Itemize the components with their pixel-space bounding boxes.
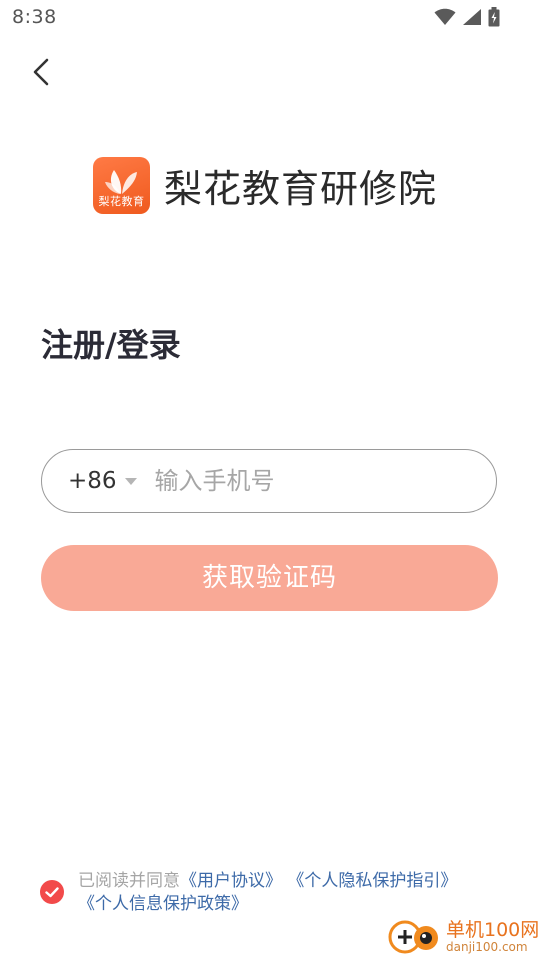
app-name: 梨花教育研修院 <box>164 166 438 211</box>
app-logo: 梨花教育 <box>93 156 150 214</box>
watermark: 单机100网 danji100.com <box>388 914 540 960</box>
phone-input[interactable] <box>152 466 477 496</box>
agreement-text: 已阅读并同意《用户协议》 《个人隐私保护指引》《个人信息保护政策》 <box>78 870 498 916</box>
back-button[interactable] <box>26 52 62 92</box>
caret-down-icon <box>124 477 137 485</box>
country-code-value: +86 <box>68 468 117 494</box>
get-code-button[interactable]: 获取验证码 <box>41 545 498 611</box>
watermark-url: danji100.com <box>446 940 528 954</box>
agreement-prefix: 已阅读并同意 <box>78 871 180 891</box>
chevron-left-icon <box>33 58 49 86</box>
wifi-icon <box>434 8 456 25</box>
privacy-guide-link[interactable]: 《个人隐私保护指引》 <box>287 871 457 891</box>
watermark-logo-icon <box>388 920 438 954</box>
battery-icon <box>488 7 500 27</box>
info-policy-link[interactable]: 《个人信息保护政策》 <box>78 894 248 914</box>
status-bar: 8:38 <box>0 0 540 36</box>
user-agreement-link[interactable]: 《用户协议》 <box>180 871 282 891</box>
phone-input-group: +86 <box>41 449 497 513</box>
app-logo-text: 梨花教育 <box>98 194 145 208</box>
check-icon <box>45 887 59 898</box>
status-icons <box>434 7 500 27</box>
country-code-select[interactable]: +86 <box>68 468 137 494</box>
status-time: 8:38 <box>12 6 57 28</box>
app-header: 梨花教育 梨花教育研修院 <box>93 156 437 214</box>
watermark-title: 单机100网 <box>446 919 540 941</box>
agree-checkbox[interactable] <box>40 880 64 904</box>
signal-icon <box>463 9 481 25</box>
page-title: 注册/登录 <box>41 326 181 364</box>
